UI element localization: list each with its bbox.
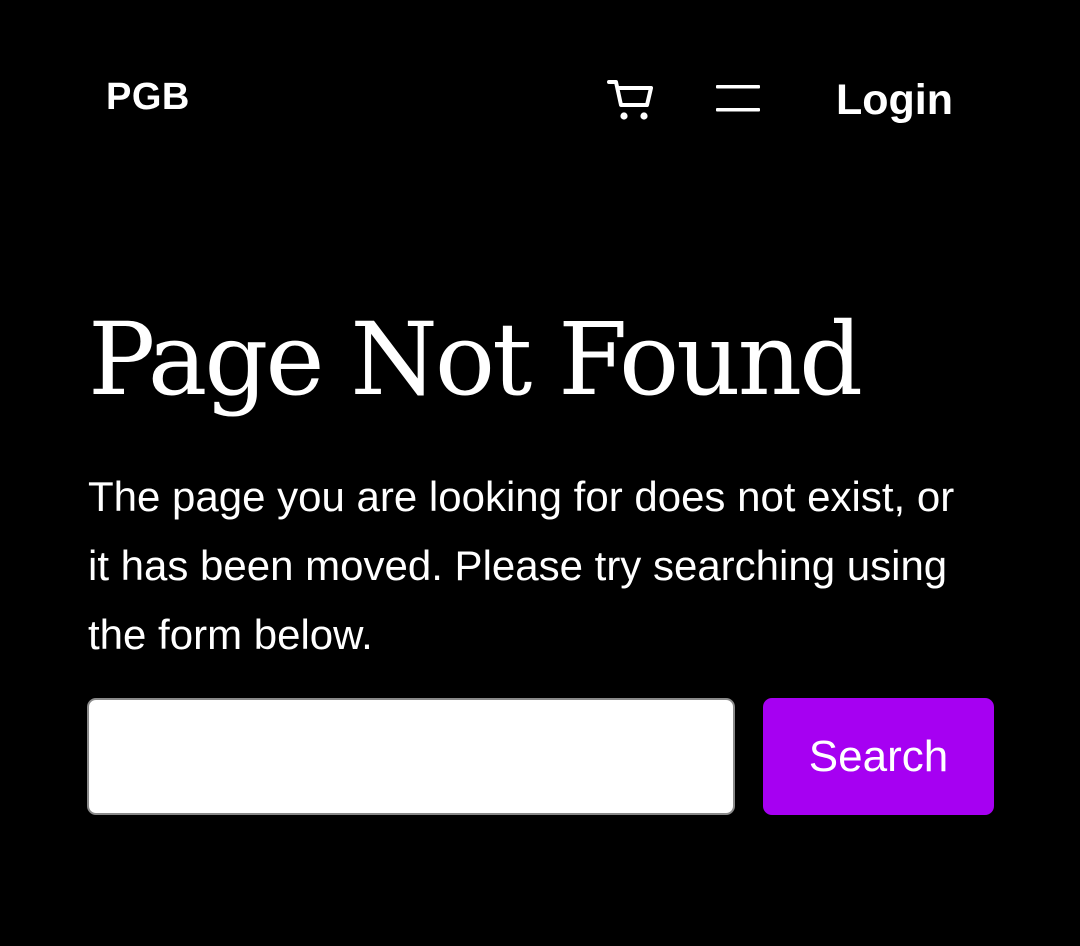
page-description: The page you are looking for does not ex… (88, 473, 955, 658)
cart-icon (607, 80, 653, 120)
site-header: PGB Login (0, 0, 1080, 200)
hamburger-menu-icon (716, 85, 760, 112)
cart-button[interactable] (607, 76, 655, 124)
search-button[interactable]: Search (763, 698, 994, 815)
page-title: Page Not Found (88, 301, 863, 418)
menu-button[interactable] (714, 78, 762, 120)
login-link[interactable]: Login (836, 74, 953, 126)
site-logo[interactable]: PGB (106, 74, 190, 120)
search-input[interactable] (87, 698, 735, 815)
